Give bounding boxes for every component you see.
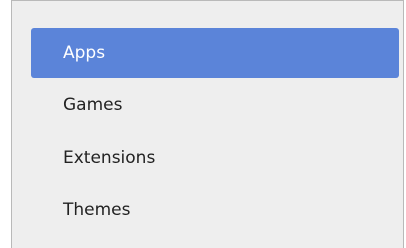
nav-item-label: Apps — [63, 43, 106, 63]
nav-item-apps[interactable]: Apps — [31, 28, 399, 78]
nav-item-label: Games — [63, 95, 123, 115]
category-nav-panel: Apps Games Extensions Themes — [11, 0, 404, 248]
nav-item-extensions[interactable]: Extensions — [31, 133, 399, 183]
nav-item-label: Extensions — [63, 148, 156, 168]
nav-item-themes[interactable]: Themes — [31, 185, 399, 235]
nav-item-games[interactable]: Games — [31, 80, 399, 130]
nav-item-label: Themes — [63, 200, 131, 220]
